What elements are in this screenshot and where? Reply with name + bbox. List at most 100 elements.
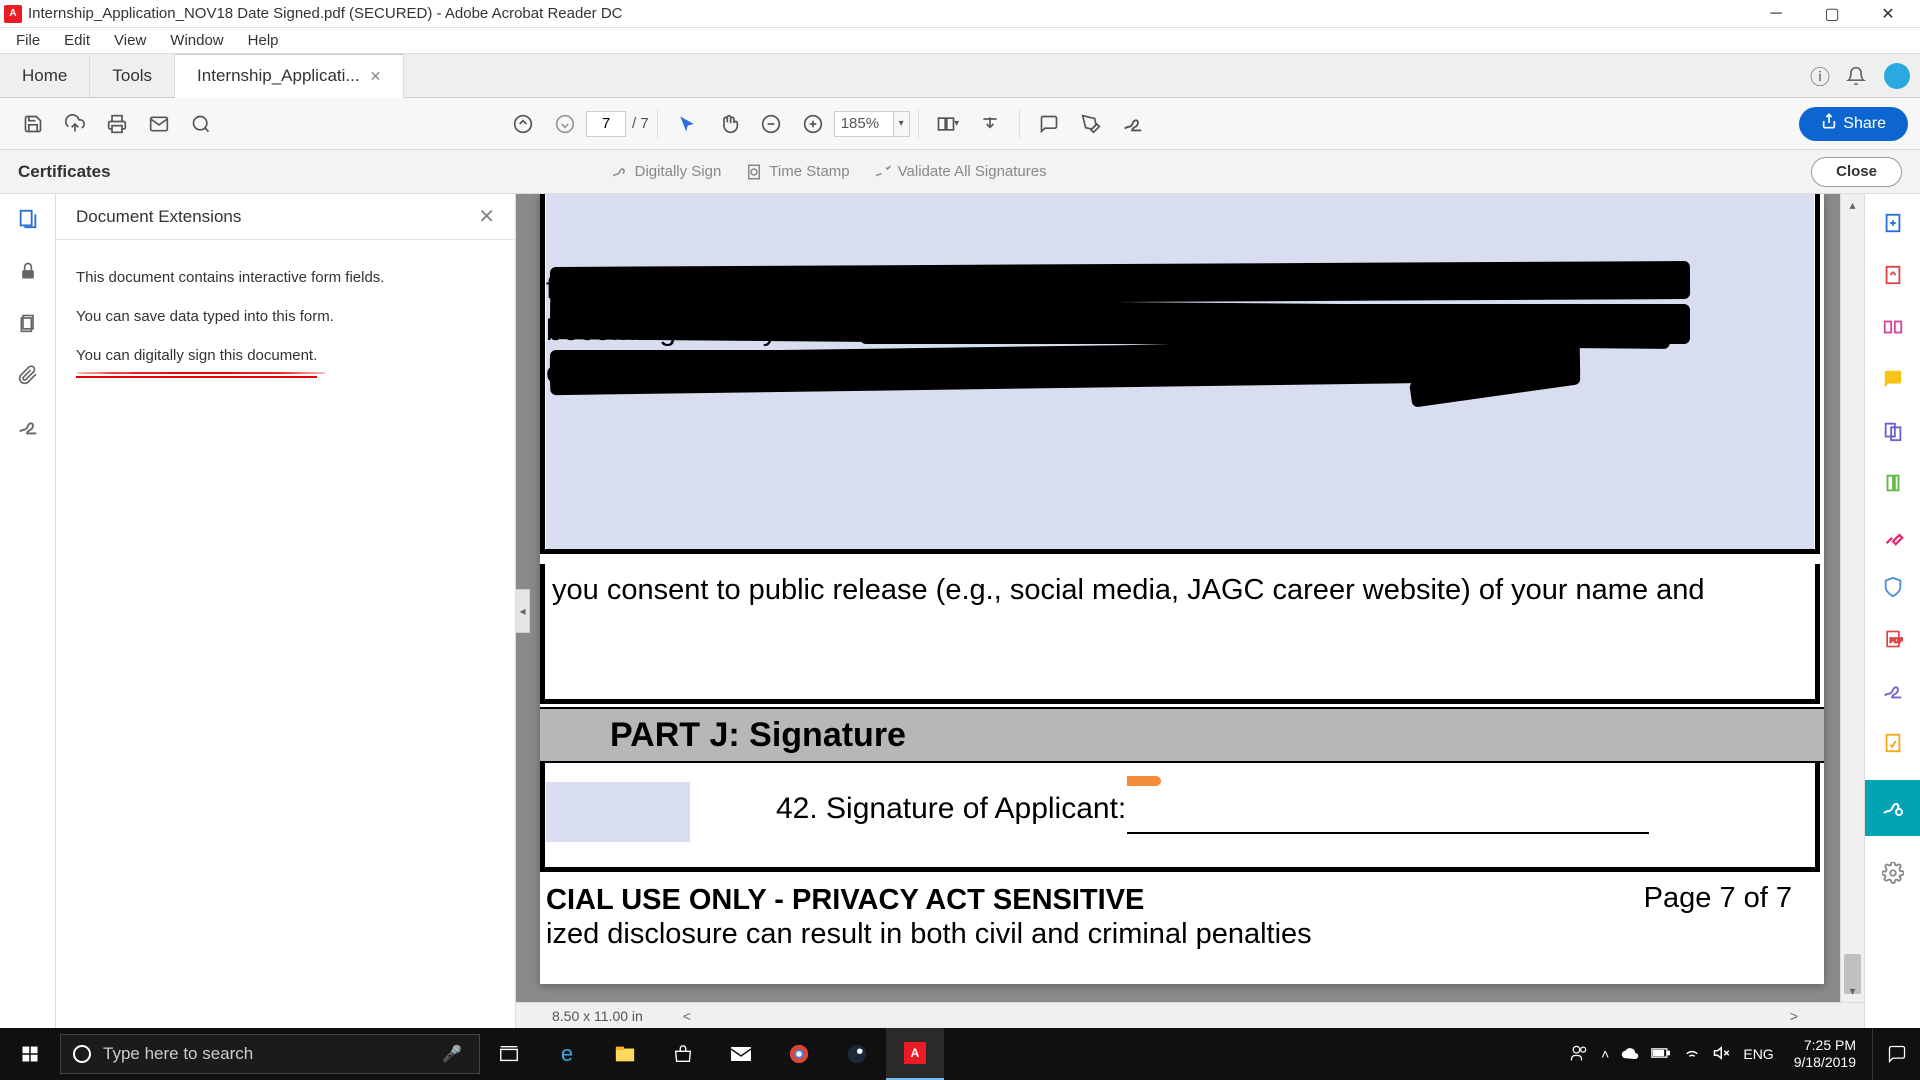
more-tools-icon[interactable] [1878,858,1908,888]
tab-tools[interactable]: Tools [90,54,175,97]
cloud-upload-icon[interactable] [58,107,92,141]
menu-window[interactable]: Window [158,28,235,53]
panel-collapse-handle[interactable]: ◂ [516,589,530,633]
start-button[interactable] [0,1028,60,1080]
certificates-close-button[interactable]: Close [1811,157,1902,187]
combine-files-icon[interactable] [1878,416,1908,446]
selection-arrow-icon[interactable] [670,107,704,141]
pdf-page: fferent branches I felt the Navy would b… [540,194,1824,984]
thumbnails-icon[interactable] [15,206,41,232]
zoom-out-icon[interactable] [754,107,788,141]
consent-text: you consent to public release (e.g., soc… [552,574,1705,607]
menu-file[interactable]: File [4,28,52,53]
tab-document[interactable]: Internship_Applicati... ✕ [175,54,404,98]
hscroll-right-arrow[interactable]: > [1790,1008,1798,1024]
notifications-bell-icon[interactable] [1838,54,1874,97]
vertical-scrollbar[interactable]: ▴ ▾ [1840,194,1864,1002]
search-icon[interactable] [184,107,218,141]
organize-pages-icon[interactable] [1878,468,1908,498]
validate-signatures-button[interactable]: Validate All Signatures [874,163,1047,181]
taskbar-search[interactable]: Type here to search 🎤 [60,1034,480,1074]
taskbar-mail-icon[interactable] [712,1028,770,1080]
certificates-tool-icon[interactable] [1865,780,1920,836]
certificates-title: Certificates [18,162,111,182]
page-number-input[interactable] [586,111,626,137]
share-button[interactable]: Share [1799,107,1908,141]
tab-close-icon[interactable]: ✕ [370,68,382,85]
zoom-dropdown-icon[interactable]: ▾ [894,111,910,137]
signature-required-tag [1127,776,1161,786]
people-icon[interactable] [1569,1043,1589,1066]
scroll-down-arrow[interactable]: ▾ [1841,980,1864,1002]
language-indicator[interactable]: ENG [1743,1046,1773,1062]
menu-view[interactable]: View [102,28,158,53]
comment-icon[interactable] [1032,107,1066,141]
help-icon[interactable]: ⓘ [1802,54,1838,97]
part-j-header: PART J: Signature [540,707,1824,763]
main-area: Document Extensions ✕ This document cont… [0,194,1920,1028]
user-avatar[interactable] [1884,63,1910,89]
main-toolbar: / 7 ▾ ▾ Share [0,98,1920,150]
page-down-icon[interactable] [548,107,582,141]
taskbar-explorer-icon[interactable] [596,1028,654,1080]
signature-line[interactable] [1127,832,1649,834]
page-up-icon[interactable] [506,107,540,141]
export-pdf-icon[interactable] [1878,260,1908,290]
share-button-label: Share [1843,115,1886,133]
scroll-up-arrow[interactable]: ▴ [1841,194,1864,216]
window-close-button[interactable]: ✕ [1860,0,1916,28]
taskbar-store-icon[interactable] [654,1028,712,1080]
signature-number-field[interactable] [546,782,690,842]
email-icon[interactable] [142,107,176,141]
taskbar-steam-icon[interactable] [828,1028,886,1080]
windows-taskbar: Type here to search 🎤 e A ˄ ENG 7:25 PM … [0,1028,1920,1080]
save-icon[interactable] [16,107,50,141]
compress-icon[interactable]: PDF [1878,624,1908,654]
protect-icon[interactable] [1878,572,1908,602]
battery-icon[interactable] [1651,1046,1671,1063]
privacy-text: ized disclosure can result in both civil… [546,918,1312,951]
action-center-icon[interactable] [1872,1028,1920,1080]
tray-chevron-icon[interactable]: ˄ [1601,1046,1609,1062]
sign-icon[interactable] [1116,107,1150,141]
panel-close-icon[interactable]: ✕ [478,204,495,229]
print-icon[interactable] [100,107,134,141]
send-for-signature-icon[interactable] [1878,728,1908,758]
taskbar-chrome-icon[interactable] [770,1028,828,1080]
tab-home[interactable]: Home [0,54,90,97]
fill-sign-icon[interactable] [1878,676,1908,706]
taskbar-clock[interactable]: 7:25 PM 9/18/2019 [1786,1037,1864,1071]
volume-mute-icon[interactable] [1713,1044,1731,1065]
hand-pan-icon[interactable] [712,107,746,141]
minimize-button[interactable]: ─ [1748,0,1804,28]
wifi-icon[interactable] [1683,1044,1701,1065]
comment-tool-icon[interactable] [1878,364,1908,394]
signature-box-border [540,762,1820,872]
menu-edit[interactable]: Edit [52,28,102,53]
tab-document-label: Internship_Applicati... [197,66,360,86]
hscroll-left-arrow[interactable]: < [683,1008,691,1024]
document-viewport[interactable]: ◂ fferent branches I felt the Navy would… [516,194,1864,1028]
mic-icon[interactable]: 🎤 [437,1044,467,1064]
zoom-in-icon[interactable] [796,107,830,141]
pages-icon[interactable] [15,310,41,336]
onedrive-icon[interactable] [1621,1044,1639,1065]
create-pdf-icon[interactable] [1878,208,1908,238]
task-view-icon[interactable] [480,1028,538,1080]
scroll-mode-icon[interactable] [973,107,1007,141]
highlight-icon[interactable] [1074,107,1108,141]
fit-width-icon[interactable]: ▾ [931,107,965,141]
signatures-icon[interactable] [15,414,41,440]
taskbar-edge-icon[interactable]: e [538,1028,596,1080]
lock-icon[interactable] [15,258,41,284]
menu-help[interactable]: Help [236,28,291,53]
edit-pdf-icon[interactable] [1878,312,1908,342]
zoom-level-input[interactable] [834,111,894,137]
maximize-button[interactable]: ▢ [1804,0,1860,28]
attachments-icon[interactable] [15,362,41,388]
redact-icon[interactable] [1878,520,1908,550]
time-stamp-button[interactable]: Time Stamp [745,163,849,181]
taskbar-acrobat-icon[interactable]: A [886,1028,944,1080]
redaction-mark [550,350,950,388]
digitally-sign-button[interactable]: Digitally Sign [611,163,722,181]
